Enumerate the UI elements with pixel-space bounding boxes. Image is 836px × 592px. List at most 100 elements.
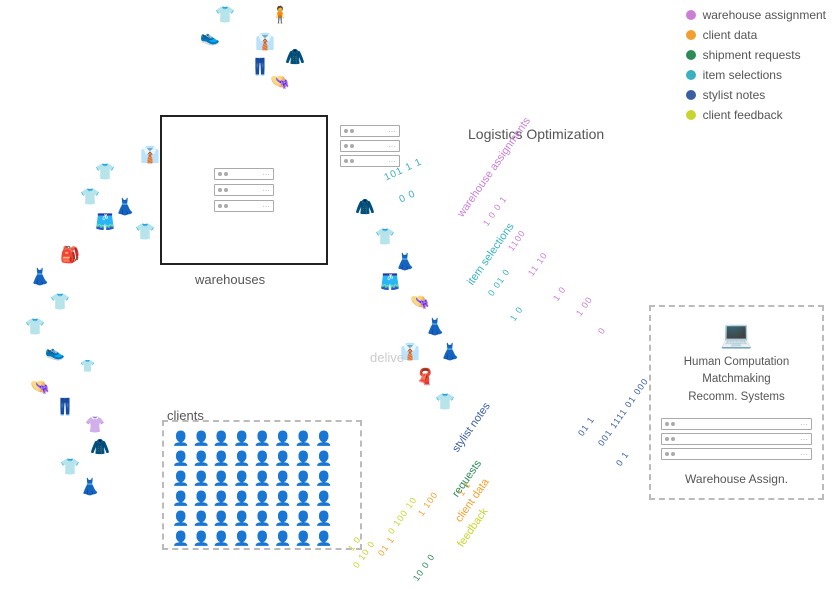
logistics-server-1: ··· [340,125,400,137]
clothing-item5: 👕 [50,295,70,311]
clothing-icon-6: 👖 [250,60,270,76]
warehouse-label: warehouses [195,272,265,287]
logistics-label: Logistics Optimization [468,126,604,142]
person-icon: 👤 [274,450,291,467]
person-icon: 👤 [213,470,230,487]
clothing-item3: 🎒 [60,248,80,264]
server-dot [224,188,228,192]
legend-label-shipment: shipment requests [703,48,801,62]
person-icon: 👤 [172,470,189,487]
legend-dot-shipment [686,50,696,60]
clothing-icon-7: 👒 [270,75,290,91]
binary-10: 1 0 [508,304,525,322]
person-icon: 👤 [172,530,189,547]
clothing-icon-1: 👕 [215,8,235,24]
mid-clothing-8: 🧣 [415,370,435,386]
legend: warehouse assignment client data shipmen… [686,8,826,122]
clothing-shirt3: 👗 [115,200,135,216]
person-icon: 👤 [274,530,291,547]
server-row-3: ··· [214,200,274,212]
person-icon: 👤 [213,430,230,447]
person-icon: 👤 [172,450,189,467]
person-icon: 👤 [315,450,332,467]
binary-18: 01 1 [376,534,397,557]
person-icon: 👤 [192,450,209,467]
legend-item-item-selections: item selections [686,68,826,82]
person-icon: 👤 [192,470,209,487]
person-icon: 👤 [295,470,312,487]
mid-clothing-1: 🧥 [355,200,375,216]
clothing-icon-5: 🧥 [285,50,305,66]
clothing-shirt: 👕 [95,165,115,181]
person-icon: 👤 [315,530,332,547]
mid-clothing-3: 👗 [395,255,415,271]
person-icon: 👤 [295,450,312,467]
person-icon: 👤 [233,510,250,527]
person-icon: 👤 [233,530,250,547]
mid-clothing-6: 👗 [425,320,445,336]
server-dot [218,188,222,192]
binary-2: 0 0 [398,188,418,205]
binary-6: 1 0 [551,284,568,302]
clothing-item14: 👗 [80,480,100,496]
clothing-icon-3: 👟 [200,30,220,46]
binary-8: 0 [596,325,608,336]
clothing-shirt2: 👕 [80,190,100,206]
clothing-tie: 👔 [140,148,160,164]
legend-label-feedback: client feedback [703,108,783,122]
logistics-servers: ··· ··· ··· [340,125,400,167]
person-icon: 👤 [213,450,230,467]
person-grid: 👤👤👤👤👤👤👤👤👤👤👤👤👤👤👤👤👤👤👤👤👤👤👤👤👤👤👤👤👤👤👤👤👤👤👤👤👤👤👤👤… [164,422,360,555]
legend-dot-item-selections [686,70,696,80]
person-icon: 👤 [254,430,271,447]
person-icon: 👤 [172,430,189,447]
person-icon: 👤 [315,430,332,447]
server-dots: ··· [262,186,270,195]
clothing-item12: 🧥 [90,440,110,456]
hc-server-1: ··· [661,418,812,430]
person-icon: 👤 [295,510,312,527]
server-row-2: ··· [214,184,274,196]
mid-clothing-2: 👕 [375,230,395,246]
clothing-item8: 👕 [80,360,95,372]
legend-dot-feedback [686,110,696,120]
legend-dot-warehouse [686,10,696,20]
legend-label-client-data: client data [703,28,758,42]
person-icon: 👤 [315,490,332,507]
hc-server-3: ··· [661,448,812,460]
clothing-item9: 👒 [30,380,50,396]
server-dots: ··· [262,202,270,211]
clothing-item6: 👕 [25,320,45,336]
person-icon: 👤 [192,530,209,547]
legend-label-item-selections: item selections [703,68,782,82]
clients-box: 👤👤👤👤👤👤👤👤👤👤👤👤👤👤👤👤👤👤👤👤👤👤👤👤👤👤👤👤👤👤👤👤👤👤👤👤👤👤👤👤… [162,420,362,550]
person-icon: 👤 [254,530,271,547]
binary-7: 1 00 [574,294,595,317]
mid-clothing-4: 🩳 [380,275,400,291]
clothing-item13: 👕 [60,460,80,476]
person-icon: 👤 [233,470,250,487]
mid-clothing-10: 👗 [440,345,460,361]
warehouse-box: ··· ··· ··· [160,115,328,265]
legend-label-warehouse: warehouse assignment [703,8,826,22]
hc-box: 💻 Human Computation Matchmaking Recomm. … [649,305,824,500]
person-icon: 👤 [233,450,250,467]
hc-label-text: Human Computation Matchmaking Recomm. Sy… [684,356,789,403]
binary-20: 10 0 0 [411,552,437,583]
clothing-item4: 👗 [30,270,50,286]
person-icon: 👤 [233,490,250,507]
server-dot [218,172,222,176]
warehouse-assign-label: Warehouse Assign. [651,472,822,486]
binary-5: 11 10 [526,250,550,278]
legend-label-stylist: stylist notes [703,88,766,102]
mid-clothing-5: 👒 [410,295,430,311]
legend-item-shipment-requests: shipment requests [686,48,826,62]
clothing-icon-4: 👔 [255,35,275,51]
person-icon: 👤 [254,510,271,527]
person-icon: 👤 [233,430,250,447]
person-icon: 👤 [274,490,291,507]
human-at-computer-icon: 💻 [651,307,822,350]
delivery-label: delive [370,350,404,365]
person-icon: 👤 [295,530,312,547]
logistics-server-2: ··· [340,140,400,152]
